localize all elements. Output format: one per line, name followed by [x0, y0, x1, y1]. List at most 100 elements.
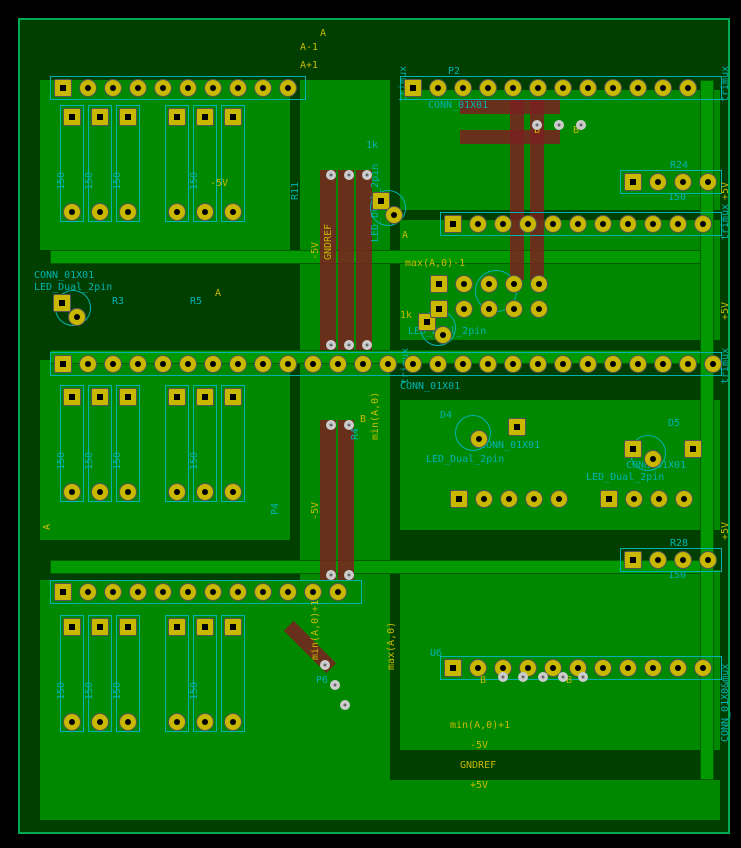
pad [91, 618, 109, 636]
net-minA0+1: min(A,0)+1 [450, 720, 510, 731]
pad [54, 79, 72, 97]
pad [63, 108, 81, 126]
pad [494, 215, 512, 233]
pad [699, 173, 717, 191]
ref-150-c: 150 [112, 172, 123, 190]
trace-back [510, 100, 524, 280]
pad-sq [684, 440, 702, 458]
net-neg5V-b: -5V [310, 242, 321, 260]
pad [385, 206, 403, 224]
pad [455, 300, 473, 318]
ref-conn-b: CONN_01X01 [34, 270, 94, 281]
net-1k: 1k [400, 310, 412, 321]
pad [430, 300, 448, 318]
pad [604, 79, 622, 97]
pad [430, 275, 448, 293]
pad [694, 659, 712, 677]
pad [119, 713, 137, 731]
via [532, 120, 542, 130]
pad [504, 79, 522, 97]
pad [504, 355, 522, 373]
net-minA0+1v: min(A,0)+1 [310, 600, 321, 660]
pad [196, 203, 214, 221]
pad [404, 355, 422, 373]
pad [429, 79, 447, 97]
pad [179, 79, 197, 97]
pad [224, 713, 242, 731]
ref-r5: R5 [190, 296, 202, 307]
pad [304, 355, 322, 373]
pad [304, 583, 322, 601]
pcb-board: A A-1 A+1 -5V -5V -5V GNDREF +5V +5V +5V… [18, 18, 730, 834]
pad [594, 215, 612, 233]
pad [529, 355, 547, 373]
via [326, 420, 336, 430]
net-A3: A [215, 288, 221, 299]
pad [279, 583, 297, 601]
ref-p4: P4 [270, 503, 281, 515]
ref-r28: R28 [670, 538, 688, 549]
net-pos5V-r3: +5V [720, 522, 731, 540]
net-A: A [320, 28, 326, 39]
ref-led-e: LED_Dual_2pin [586, 472, 664, 483]
net-gndref-a: GNDREF [323, 224, 334, 260]
pad [168, 713, 186, 731]
pad [699, 551, 717, 569]
pad [91, 713, 109, 731]
pad [168, 483, 186, 501]
via [576, 120, 586, 130]
net-A-1: A-1 [300, 42, 318, 53]
pad [519, 215, 537, 233]
pad [649, 551, 667, 569]
via [498, 672, 508, 682]
ref-150-a: 150 [56, 172, 67, 190]
pad [480, 275, 498, 293]
via [326, 340, 336, 350]
pad [550, 490, 568, 508]
pad [91, 108, 109, 126]
pad [505, 300, 523, 318]
net-pos5V-r2: +5V [720, 302, 731, 320]
pad [625, 490, 643, 508]
pad [675, 490, 693, 508]
pad [544, 215, 562, 233]
pad [649, 173, 667, 191]
ref-p2: P2 [448, 66, 460, 77]
ref-r24: R24 [670, 160, 688, 171]
pad [129, 355, 147, 373]
pad [694, 215, 712, 233]
pad [154, 355, 172, 373]
pad [179, 583, 197, 601]
ref-u6: U6 [430, 648, 442, 659]
via [362, 340, 372, 350]
pad [629, 355, 647, 373]
ref-d4: D4 [440, 410, 452, 421]
pad [654, 355, 672, 373]
trace-back [338, 170, 354, 350]
pad [229, 583, 247, 601]
pad [54, 583, 72, 601]
pad [196, 618, 214, 636]
pad [63, 713, 81, 731]
ref-150-b: 150 [84, 172, 95, 190]
pad [525, 490, 543, 508]
pad [619, 215, 637, 233]
via [344, 340, 354, 350]
pad [530, 300, 548, 318]
pad [624, 173, 642, 191]
pad [119, 108, 137, 126]
trace [50, 560, 710, 574]
pad [63, 203, 81, 221]
pad [119, 618, 137, 636]
pad [91, 388, 109, 406]
pad [168, 203, 186, 221]
pad [644, 215, 662, 233]
pad [479, 355, 497, 373]
via [344, 420, 354, 430]
pad [196, 713, 214, 731]
pad [530, 275, 548, 293]
net-maxA0v: max(A,0) [386, 622, 397, 670]
ref-150-n: 150 [668, 570, 686, 581]
pad [104, 355, 122, 373]
pad [594, 659, 612, 677]
